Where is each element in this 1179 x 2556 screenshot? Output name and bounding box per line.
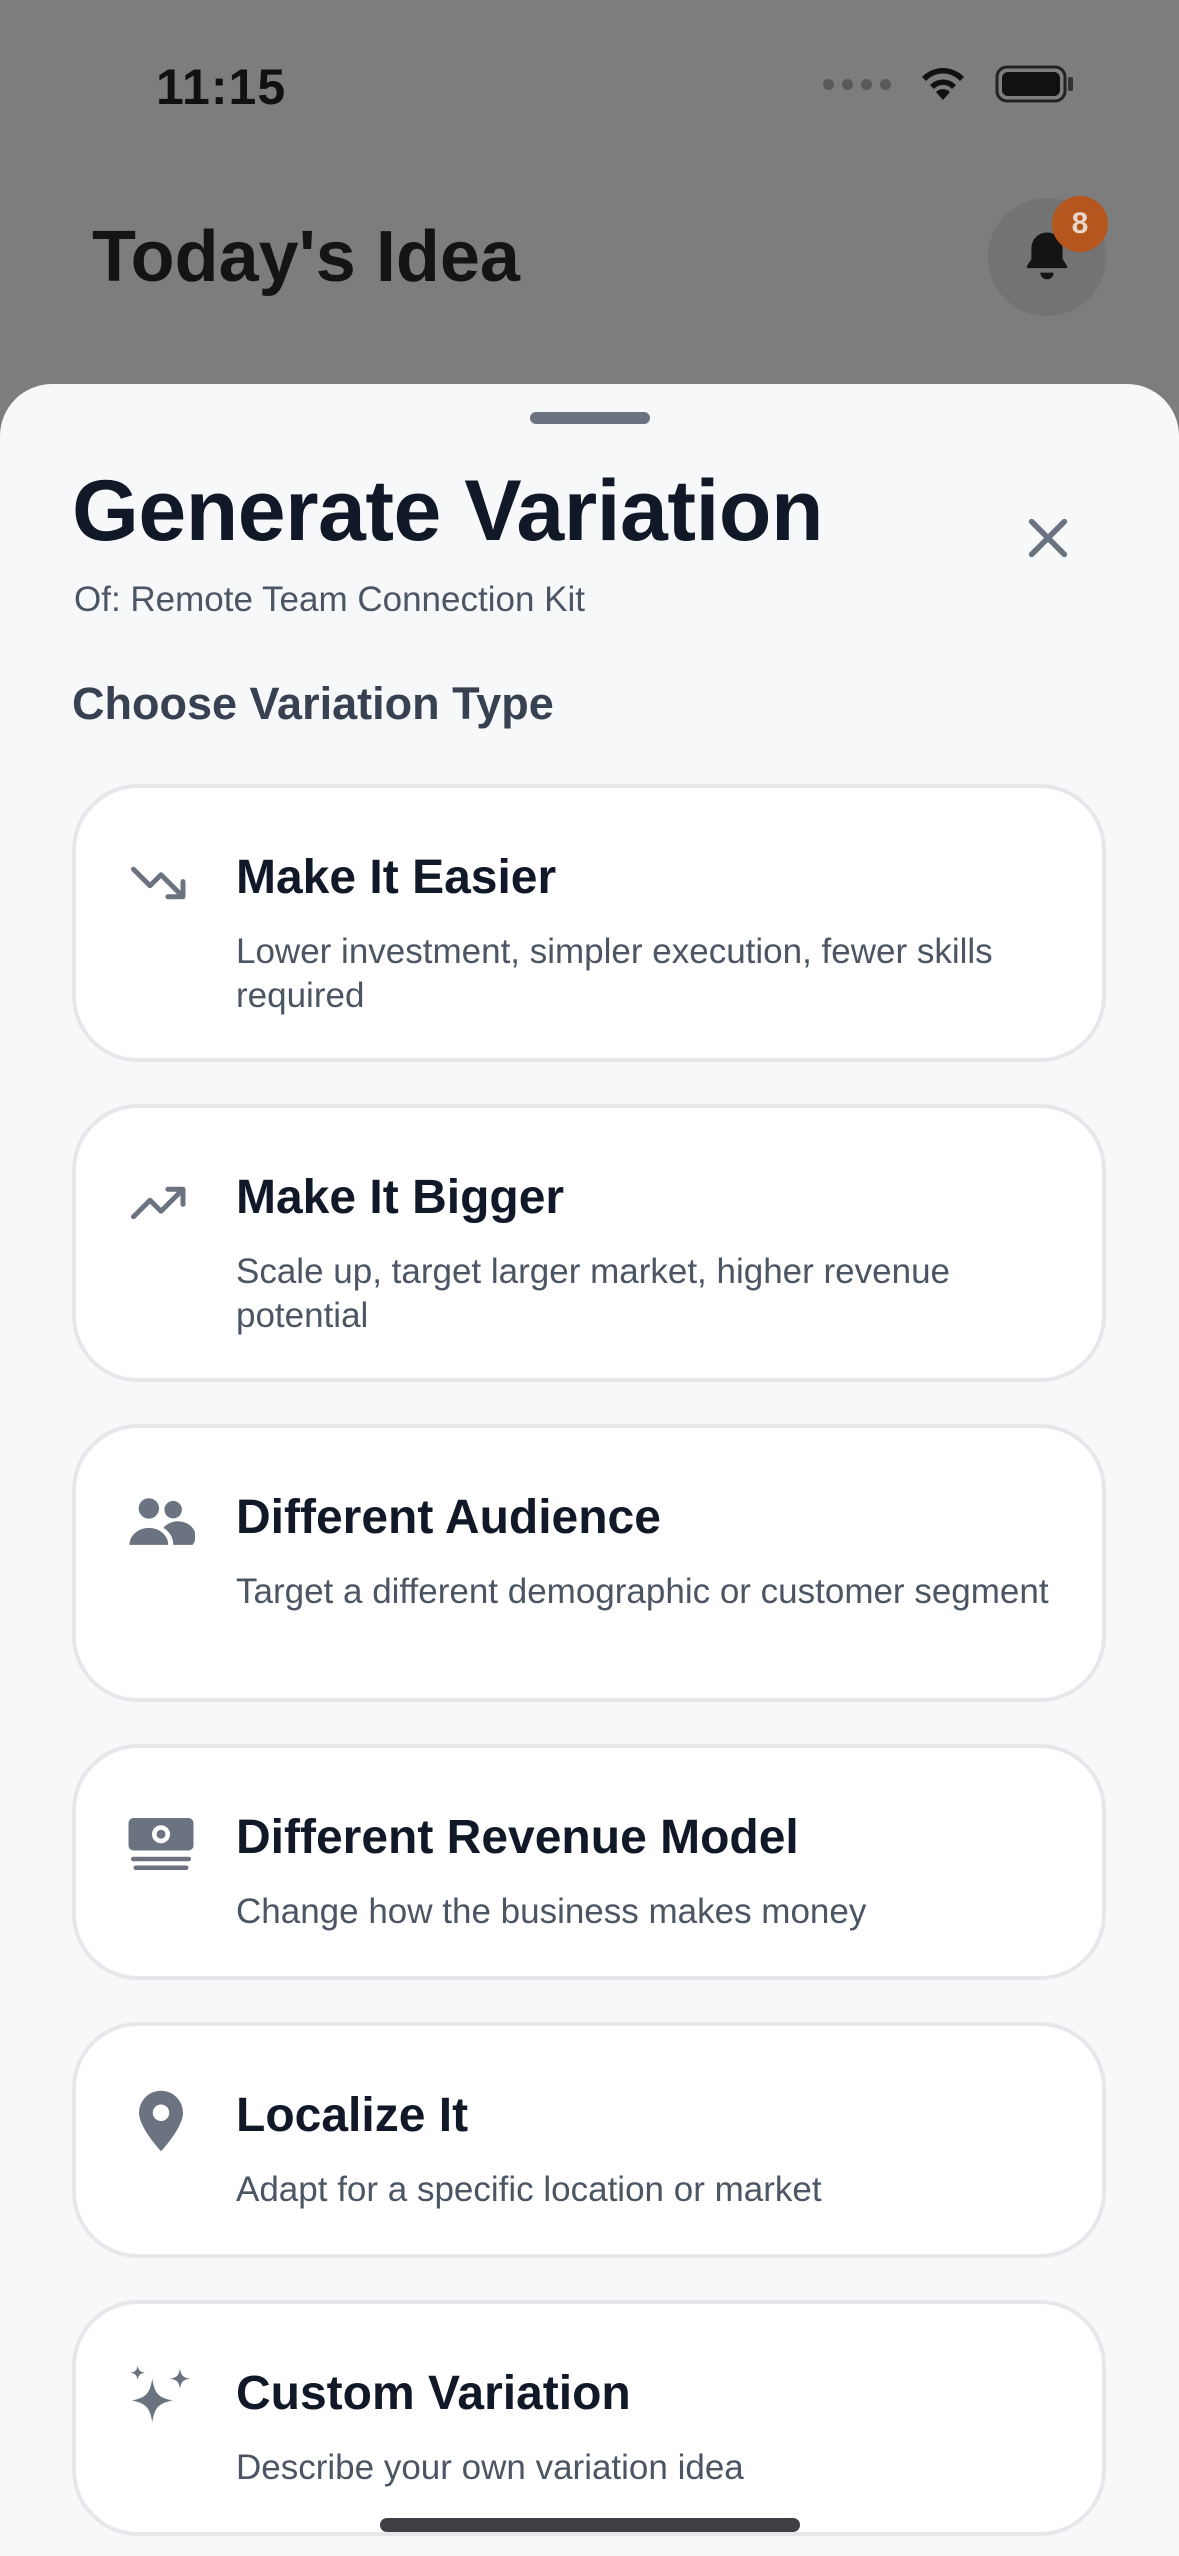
option-make-it-easier[interactable]: Make It Easier Lower investment, simpler… — [72, 784, 1106, 1062]
option-description: Target a different demographic or custom… — [236, 1572, 1049, 1611]
trending-down-icon — [126, 848, 196, 918]
option-title: Make It Easier — [236, 851, 557, 904]
sparkles-icon — [126, 2364, 196, 2434]
screen: 11:15 Today's Idea 8 Generate Variation — [0, 0, 1179, 2556]
option-description: Scale up, target larger market, higher r… — [236, 1252, 950, 1335]
option-different-audience[interactable]: Different Audience Target a different de… — [72, 1424, 1106, 1702]
battery-icon — [995, 65, 1073, 103]
option-description: Adapt for a specific location or market — [236, 2170, 822, 2209]
option-title: Custom Variation — [236, 2367, 631, 2420]
status-icons — [823, 64, 1075, 104]
option-description: Describe your own variation idea — [236, 2448, 744, 2487]
option-title: Localize It — [236, 2089, 469, 2142]
status-time: 11:15 — [156, 59, 287, 115]
wifi-icon — [922, 68, 964, 100]
trending-up-icon — [126, 1168, 196, 1238]
option-different-revenue-model[interactable]: Different Revenue Model Change how the b… — [72, 1744, 1106, 1980]
option-make-it-bigger[interactable]: Make It Bigger Scale up, target larger m… — [72, 1104, 1106, 1382]
option-title: Different Audience — [236, 1491, 661, 1544]
option-description: Change how the business makes money — [236, 1892, 867, 1931]
sheet-grabber[interactable] — [530, 412, 650, 424]
sheet-title: Generate Variation — [72, 463, 823, 559]
section-title: Choose Variation Type — [72, 678, 554, 729]
users-icon — [126, 1488, 196, 1558]
notification-badge: 8 — [1052, 196, 1108, 252]
option-title: Make It Bigger — [236, 1171, 565, 1224]
option-custom-variation[interactable]: Custom Variation Describe your own varia… — [72, 2300, 1106, 2536]
home-indicator[interactable] — [380, 2518, 800, 2532]
close-button[interactable] — [1012, 502, 1084, 574]
cellular-signal-icon — [823, 78, 891, 90]
generate-variation-sheet: Generate Variation Of: Remote Team Conne… — [0, 384, 1179, 2556]
map-pin-icon — [126, 2086, 196, 2156]
option-description: Lower investment, simpler execution, few… — [236, 932, 993, 1015]
option-title: Different Revenue Model — [236, 1811, 799, 1864]
close-icon — [1028, 518, 1068, 558]
option-localize-it[interactable]: Localize It Adapt for a specific locatio… — [72, 2022, 1106, 2258]
page-title: Today's Idea — [92, 217, 520, 297]
sheet-subtitle: Of: Remote Team Connection Kit — [74, 580, 585, 619]
banknotes-icon — [126, 1808, 196, 1878]
